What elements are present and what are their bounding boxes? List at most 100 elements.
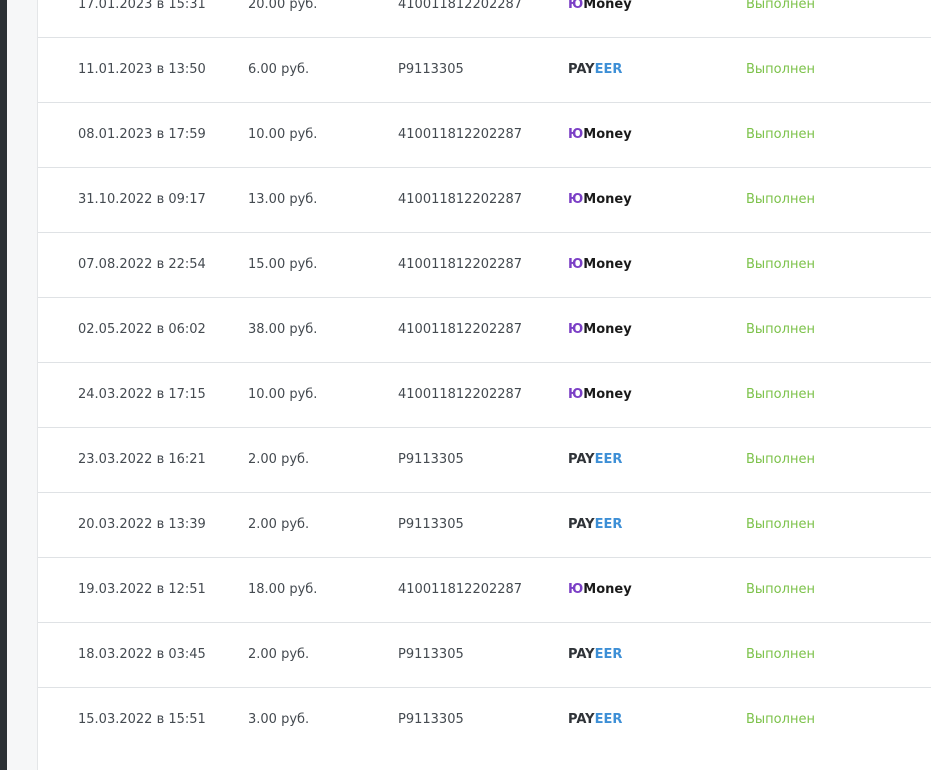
table-row: 02.05.2022 в 06:02 38.00 руб. 410011812202… — [38, 297, 931, 362]
table-row: 11.01.2023 в 13:50 6.00 руб. P9113305 PAYEE… — [38, 37, 931, 102]
status-badge: Выполнен — [746, 62, 815, 77]
status-badge: Выполнен — [746, 582, 815, 597]
payment-system-logo-part: Ю — [568, 387, 584, 402]
payment-system-logo-part: Ю — [568, 127, 584, 142]
transaction-amount: 6.00 руб. — [248, 62, 310, 77]
payeer-logo: PAYEER — [568, 688, 622, 752]
payment-system-logo-part: EER — [594, 517, 623, 532]
transactions-table: 17.01.2023 в 15:31 20.00 руб. 410011812202… — [38, 0, 931, 752]
status-badge: Выполнен — [746, 257, 815, 272]
transaction-amount: 38.00 руб. — [248, 322, 318, 337]
payment-system-logo-part: PAY — [568, 62, 595, 77]
content-gutter — [7, 0, 37, 770]
transaction-account: 410011812202287 — [398, 127, 523, 142]
payment-system-logo-part: PAY — [568, 452, 595, 467]
yumoney-logo: ЮMoney — [568, 103, 632, 167]
transaction-amount: 18.00 руб. — [248, 582, 318, 597]
yumoney-logo: ЮMoney — [568, 363, 632, 427]
payeer-logo: PAYEER — [568, 493, 622, 557]
sidebar-edge — [0, 0, 7, 770]
payment-system-logo-part: Money — [583, 192, 632, 207]
transaction-amount: 15.00 руб. — [248, 257, 318, 272]
table-row: 31.10.2022 в 09:17 13.00 руб. 410011812202… — [38, 167, 931, 232]
transaction-date: 11.01.2023 в 13:50 — [78, 62, 206, 77]
transaction-amount: 2.00 руб. — [248, 647, 310, 662]
transaction-date: 20.03.2022 в 13:39 — [78, 517, 206, 532]
status-badge: Выполнен — [746, 712, 815, 727]
table-row: 19.03.2022 в 12:51 18.00 руб. 410011812202… — [38, 557, 931, 622]
table-row: 20.03.2022 в 13:39 2.00 руб. P9113305 PAYEE… — [38, 492, 931, 557]
payeer-logo: PAYEER — [568, 38, 622, 102]
status-badge: Выполнен — [746, 322, 815, 337]
transaction-date: 17.01.2023 в 15:31 — [78, 0, 206, 12]
table-row: 23.03.2022 в 16:21 2.00 руб. P9113305 PAYEE… — [38, 427, 931, 492]
transaction-account: 410011812202287 — [398, 582, 523, 597]
transaction-account: 410011812202287 — [398, 192, 523, 207]
status-badge: Выполнен — [746, 387, 815, 402]
transaction-amount: 2.00 руб. — [248, 517, 310, 532]
table-row: 18.03.2022 в 03:45 2.00 руб. P9113305 PAYEE… — [38, 622, 931, 687]
transaction-amount: 3.00 руб. — [248, 712, 310, 727]
payment-system-logo-part: Money — [583, 127, 632, 142]
status-badge: Выполнен — [746, 452, 815, 467]
status-badge: Выполнен — [746, 647, 815, 662]
transaction-amount: 2.00 руб. — [248, 452, 310, 467]
payout-history-page: 17.01.2023 в 15:31 20.00 руб. 410011812202… — [0, 0, 931, 770]
payment-system-logo-part: Money — [583, 387, 632, 402]
status-badge: Выполнен — [746, 517, 815, 532]
transaction-date: 07.08.2022 в 22:54 — [78, 257, 206, 272]
status-badge: Выполнен — [746, 127, 815, 142]
transaction-amount: 13.00 руб. — [248, 192, 318, 207]
yumoney-logo: ЮMoney — [568, 0, 632, 37]
table-row: 24.03.2022 в 17:15 10.00 руб. 410011812202… — [38, 362, 931, 427]
payment-system-logo-part: Ю — [568, 582, 584, 597]
payment-system-logo-part: EER — [594, 712, 623, 727]
transaction-date: 08.01.2023 в 17:59 — [78, 127, 206, 142]
table-row: 08.01.2023 в 17:59 10.00 руб. 410011812202… — [38, 102, 931, 167]
transaction-account: P9113305 — [398, 62, 464, 77]
transaction-account: P9113305 — [398, 712, 464, 727]
status-badge: Выполнен — [746, 192, 815, 207]
transaction-account: 410011812202287 — [398, 257, 523, 272]
status-badge: Выполнен — [746, 0, 815, 12]
payeer-logo: PAYEER — [568, 623, 622, 687]
table-row: 15.03.2022 в 15:51 3.00 руб. P9113305 PAYEE… — [38, 687, 931, 752]
transaction-account: 410011812202287 — [398, 387, 523, 402]
transaction-account: 410011812202287 — [398, 322, 523, 337]
payment-system-logo-part: PAY — [568, 517, 595, 532]
payment-system-logo-part: Ю — [568, 257, 584, 272]
payment-system-logo-part: Money — [583, 582, 632, 597]
payment-system-logo-part: EER — [594, 62, 623, 77]
payment-system-logo-part: Money — [583, 257, 632, 272]
transaction-amount: 20.00 руб. — [248, 0, 318, 12]
payment-system-logo-part: PAY — [568, 712, 595, 727]
payment-system-logo-part: EER — [594, 452, 623, 467]
transaction-account: P9113305 — [398, 647, 464, 662]
payeer-logo: PAYEER — [568, 428, 622, 492]
payment-system-logo-part: PAY — [568, 647, 595, 662]
transaction-date: 31.10.2022 в 09:17 — [78, 192, 206, 207]
yumoney-logo: ЮMoney — [568, 298, 632, 362]
transaction-date: 02.05.2022 в 06:02 — [78, 322, 206, 337]
payment-system-logo-part: Ю — [568, 322, 584, 337]
transaction-account: P9113305 — [398, 517, 464, 532]
transaction-account: P9113305 — [398, 452, 464, 467]
payment-system-logo-part: Ю — [568, 192, 584, 207]
transaction-account: 410011812202287 — [398, 0, 523, 12]
table-row: 07.08.2022 в 22:54 15.00 руб. 410011812202… — [38, 232, 931, 297]
yumoney-logo: ЮMoney — [568, 558, 632, 622]
payment-system-logo-part: Money — [583, 322, 632, 337]
transactions-panel: 17.01.2023 в 15:31 20.00 руб. 410011812202… — [37, 0, 931, 770]
yumoney-logo: ЮMoney — [568, 233, 632, 297]
transaction-amount: 10.00 руб. — [248, 127, 318, 142]
transaction-date: 18.03.2022 в 03:45 — [78, 647, 206, 662]
payment-system-logo-part: EER — [594, 647, 623, 662]
transaction-date: 15.03.2022 в 15:51 — [78, 712, 206, 727]
transaction-date: 19.03.2022 в 12:51 — [78, 582, 206, 597]
transaction-amount: 10.00 руб. — [248, 387, 318, 402]
payment-system-logo-part: Money — [583, 0, 632, 12]
transaction-date: 23.03.2022 в 16:21 — [78, 452, 206, 467]
transaction-date: 24.03.2022 в 17:15 — [78, 387, 206, 402]
payment-system-logo-part: Ю — [568, 0, 584, 12]
table-row: 17.01.2023 в 15:31 20.00 руб. 410011812202… — [38, 0, 931, 37]
